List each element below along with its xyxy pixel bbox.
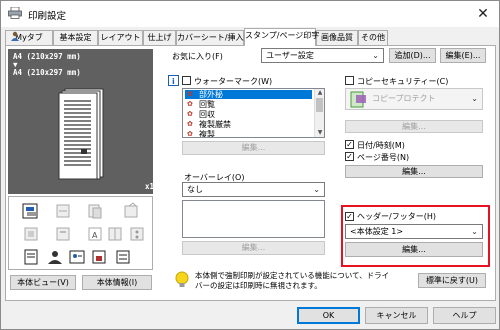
copy-protect-icon bbox=[350, 91, 366, 108]
header-footer-checkbox[interactable]: ✓ bbox=[345, 212, 354, 221]
paper-type-icon: A bbox=[88, 227, 102, 241]
preview-pane: A4 (210x297 mm) ▼ A4 (210x297 mm) x1 bbox=[8, 49, 155, 194]
header-footer-select[interactable]: <本体設定 1> ⌄ bbox=[345, 224, 483, 239]
scrollbar-thumb[interactable] bbox=[316, 98, 323, 112]
watermark-edit-button[interactable]: 編集... bbox=[182, 141, 325, 155]
page-number-label: ページ番号(N) bbox=[357, 153, 410, 162]
ok-button[interactable]: OK bbox=[297, 307, 360, 324]
staple-icon bbox=[56, 227, 70, 241]
stamp-icon: ✿ bbox=[187, 90, 193, 98]
watermark-checkbox[interactable] bbox=[182, 76, 191, 85]
tab-label: 仕上げ bbox=[147, 33, 172, 42]
chevron-down-icon: ⌄ bbox=[313, 185, 320, 194]
stamp-icon: ✿ bbox=[187, 130, 193, 138]
add-button-label: 追加(D)... bbox=[394, 51, 431, 60]
overlay-select[interactable]: なし ⌄ bbox=[182, 182, 325, 197]
secure-print-icon bbox=[92, 250, 106, 264]
restore-defaults-button[interactable]: 標準に戻す(U) bbox=[418, 273, 486, 288]
copy-security-label: コピーセキュリティー(C) bbox=[357, 77, 449, 86]
copy-count: x1 bbox=[145, 182, 155, 191]
account-icon bbox=[69, 250, 85, 264]
stamp-icon: ✿ bbox=[187, 110, 193, 118]
add-favorite-button[interactable]: 追加(D)... bbox=[389, 48, 436, 63]
lightbulb-icon bbox=[175, 271, 189, 287]
copy-security-select[interactable]: コピープロテクト ⌄ bbox=[345, 88, 483, 110]
stamp-icon: ✿ bbox=[187, 120, 193, 128]
tab-image-quality[interactable]: 画像品質 bbox=[316, 30, 358, 45]
watermark-label: ウォーターマーク(W) bbox=[194, 77, 273, 86]
favorites-label: お気に入り(F) bbox=[172, 52, 223, 61]
print-settings-dialog: 印刷設定 ✕ Myタブ 基本設定 レイアウト 仕上げ カバーシート/挿入紙 スタ… bbox=[0, 0, 500, 330]
watermark-scrollbar[interactable]: ▲ ▼ bbox=[314, 89, 324, 137]
tray-icon bbox=[56, 204, 70, 218]
date-time-checkbox[interactable]: ✓ bbox=[345, 140, 354, 149]
close-button[interactable]: ✕ bbox=[471, 4, 495, 24]
chevron-down-icon: ⌄ bbox=[372, 51, 379, 60]
tab-label: スタンプ/ページ印字 bbox=[245, 31, 320, 40]
favorites-value: ユーザー設定 bbox=[266, 51, 314, 60]
overlay-edit-button[interactable]: 編集... bbox=[182, 241, 325, 255]
finisher-icon bbox=[88, 204, 102, 219]
date-time-label: 日付/時刻(M) bbox=[357, 141, 405, 150]
edit-favorite-button[interactable]: 編集(E)... bbox=[440, 48, 486, 63]
tab-label: レイアウト bbox=[100, 33, 141, 42]
user-auth-icon bbox=[48, 251, 62, 264]
chevron-down-icon: ⌄ bbox=[471, 94, 478, 103]
booklet-icon bbox=[108, 227, 122, 241]
page-number-checkbox[interactable]: ✓ bbox=[345, 152, 354, 161]
cancel-button[interactable]: キャンセル bbox=[365, 307, 428, 324]
overlay-value: なし bbox=[187, 185, 203, 194]
tab-label: その他 bbox=[361, 33, 385, 42]
tab-stamp[interactable]: スタンプ/ページ印字 bbox=[244, 28, 320, 46]
tab-layout[interactable]: レイアウト bbox=[98, 30, 143, 45]
output-icon bbox=[124, 202, 138, 218]
printer-icon bbox=[8, 7, 22, 19]
tab-basic[interactable]: 基本設定 bbox=[53, 30, 98, 45]
printer-view-button[interactable]: 本体ビュー(V) bbox=[10, 275, 76, 290]
user-icon bbox=[11, 31, 19, 41]
copy-security-value: コピープロテクト bbox=[372, 94, 436, 103]
tab-other[interactable]: その他 bbox=[358, 30, 388, 45]
list-item[interactable]: 複製 bbox=[199, 129, 215, 137]
paper-size-original: A4 (210x297 mm) bbox=[13, 52, 81, 61]
punch-icon bbox=[130, 227, 144, 241]
printer-unit-icon bbox=[22, 203, 38, 219]
paper-size-output: A4 (210x297 mm) bbox=[13, 68, 81, 77]
tab-finishing[interactable]: 仕上げ bbox=[143, 30, 176, 45]
tab-label: 画像品質 bbox=[321, 33, 353, 42]
stamp-icon: ✿ bbox=[187, 100, 193, 108]
box-save-icon bbox=[116, 250, 130, 264]
info-text-line2: バーの設定は印刷時に無視されます。 bbox=[195, 281, 322, 290]
header-footer-edit-button[interactable]: 編集... bbox=[345, 242, 483, 257]
info-icon: i bbox=[168, 75, 179, 86]
copy-security-checkbox[interactable] bbox=[345, 76, 354, 85]
window-title: 印刷設定 bbox=[28, 11, 67, 22]
scroll-down-icon[interactable]: ▼ bbox=[315, 129, 324, 137]
title-bar: 印刷設定 ✕ bbox=[1, 1, 499, 27]
scroll-up-icon[interactable]: ▲ bbox=[315, 89, 324, 97]
tab-cover-sheet[interactable]: カバーシート/挿入紙 bbox=[176, 30, 252, 45]
document-icon bbox=[24, 249, 38, 265]
tab-label: カバーシート/挿入紙 bbox=[177, 33, 252, 42]
printer-info-button[interactable]: 本体情報(I) bbox=[82, 275, 152, 290]
tab-label: 基本設定 bbox=[59, 33, 92, 42]
svg-text:i: i bbox=[172, 77, 175, 86]
overlay-list[interactable] bbox=[182, 200, 325, 238]
header-footer-value: <本体設定 1> bbox=[350, 227, 404, 236]
copy-security-edit-button[interactable]: 編集... bbox=[345, 120, 483, 133]
favorites-select[interactable]: ユーザー設定 ⌄ bbox=[261, 48, 384, 63]
svg-text:A: A bbox=[92, 231, 98, 240]
watermark-list[interactable]: ✿ 部外秘 ✿ 回覧 ✿ 回収 ✿ 複製厳禁 ✿ 複製 ▲ ▼ bbox=[182, 88, 325, 138]
help-button[interactable]: ヘルプ bbox=[433, 307, 496, 324]
printer-options-pane: A bbox=[8, 196, 153, 270]
header-footer-label: ヘッダー/フッター(H) bbox=[357, 212, 436, 221]
duplex-icon bbox=[24, 227, 38, 241]
page-print-edit-button[interactable]: 編集... bbox=[345, 165, 483, 178]
chevron-down-icon: ⌄ bbox=[471, 227, 478, 236]
page-preview-icon bbox=[58, 88, 104, 180]
